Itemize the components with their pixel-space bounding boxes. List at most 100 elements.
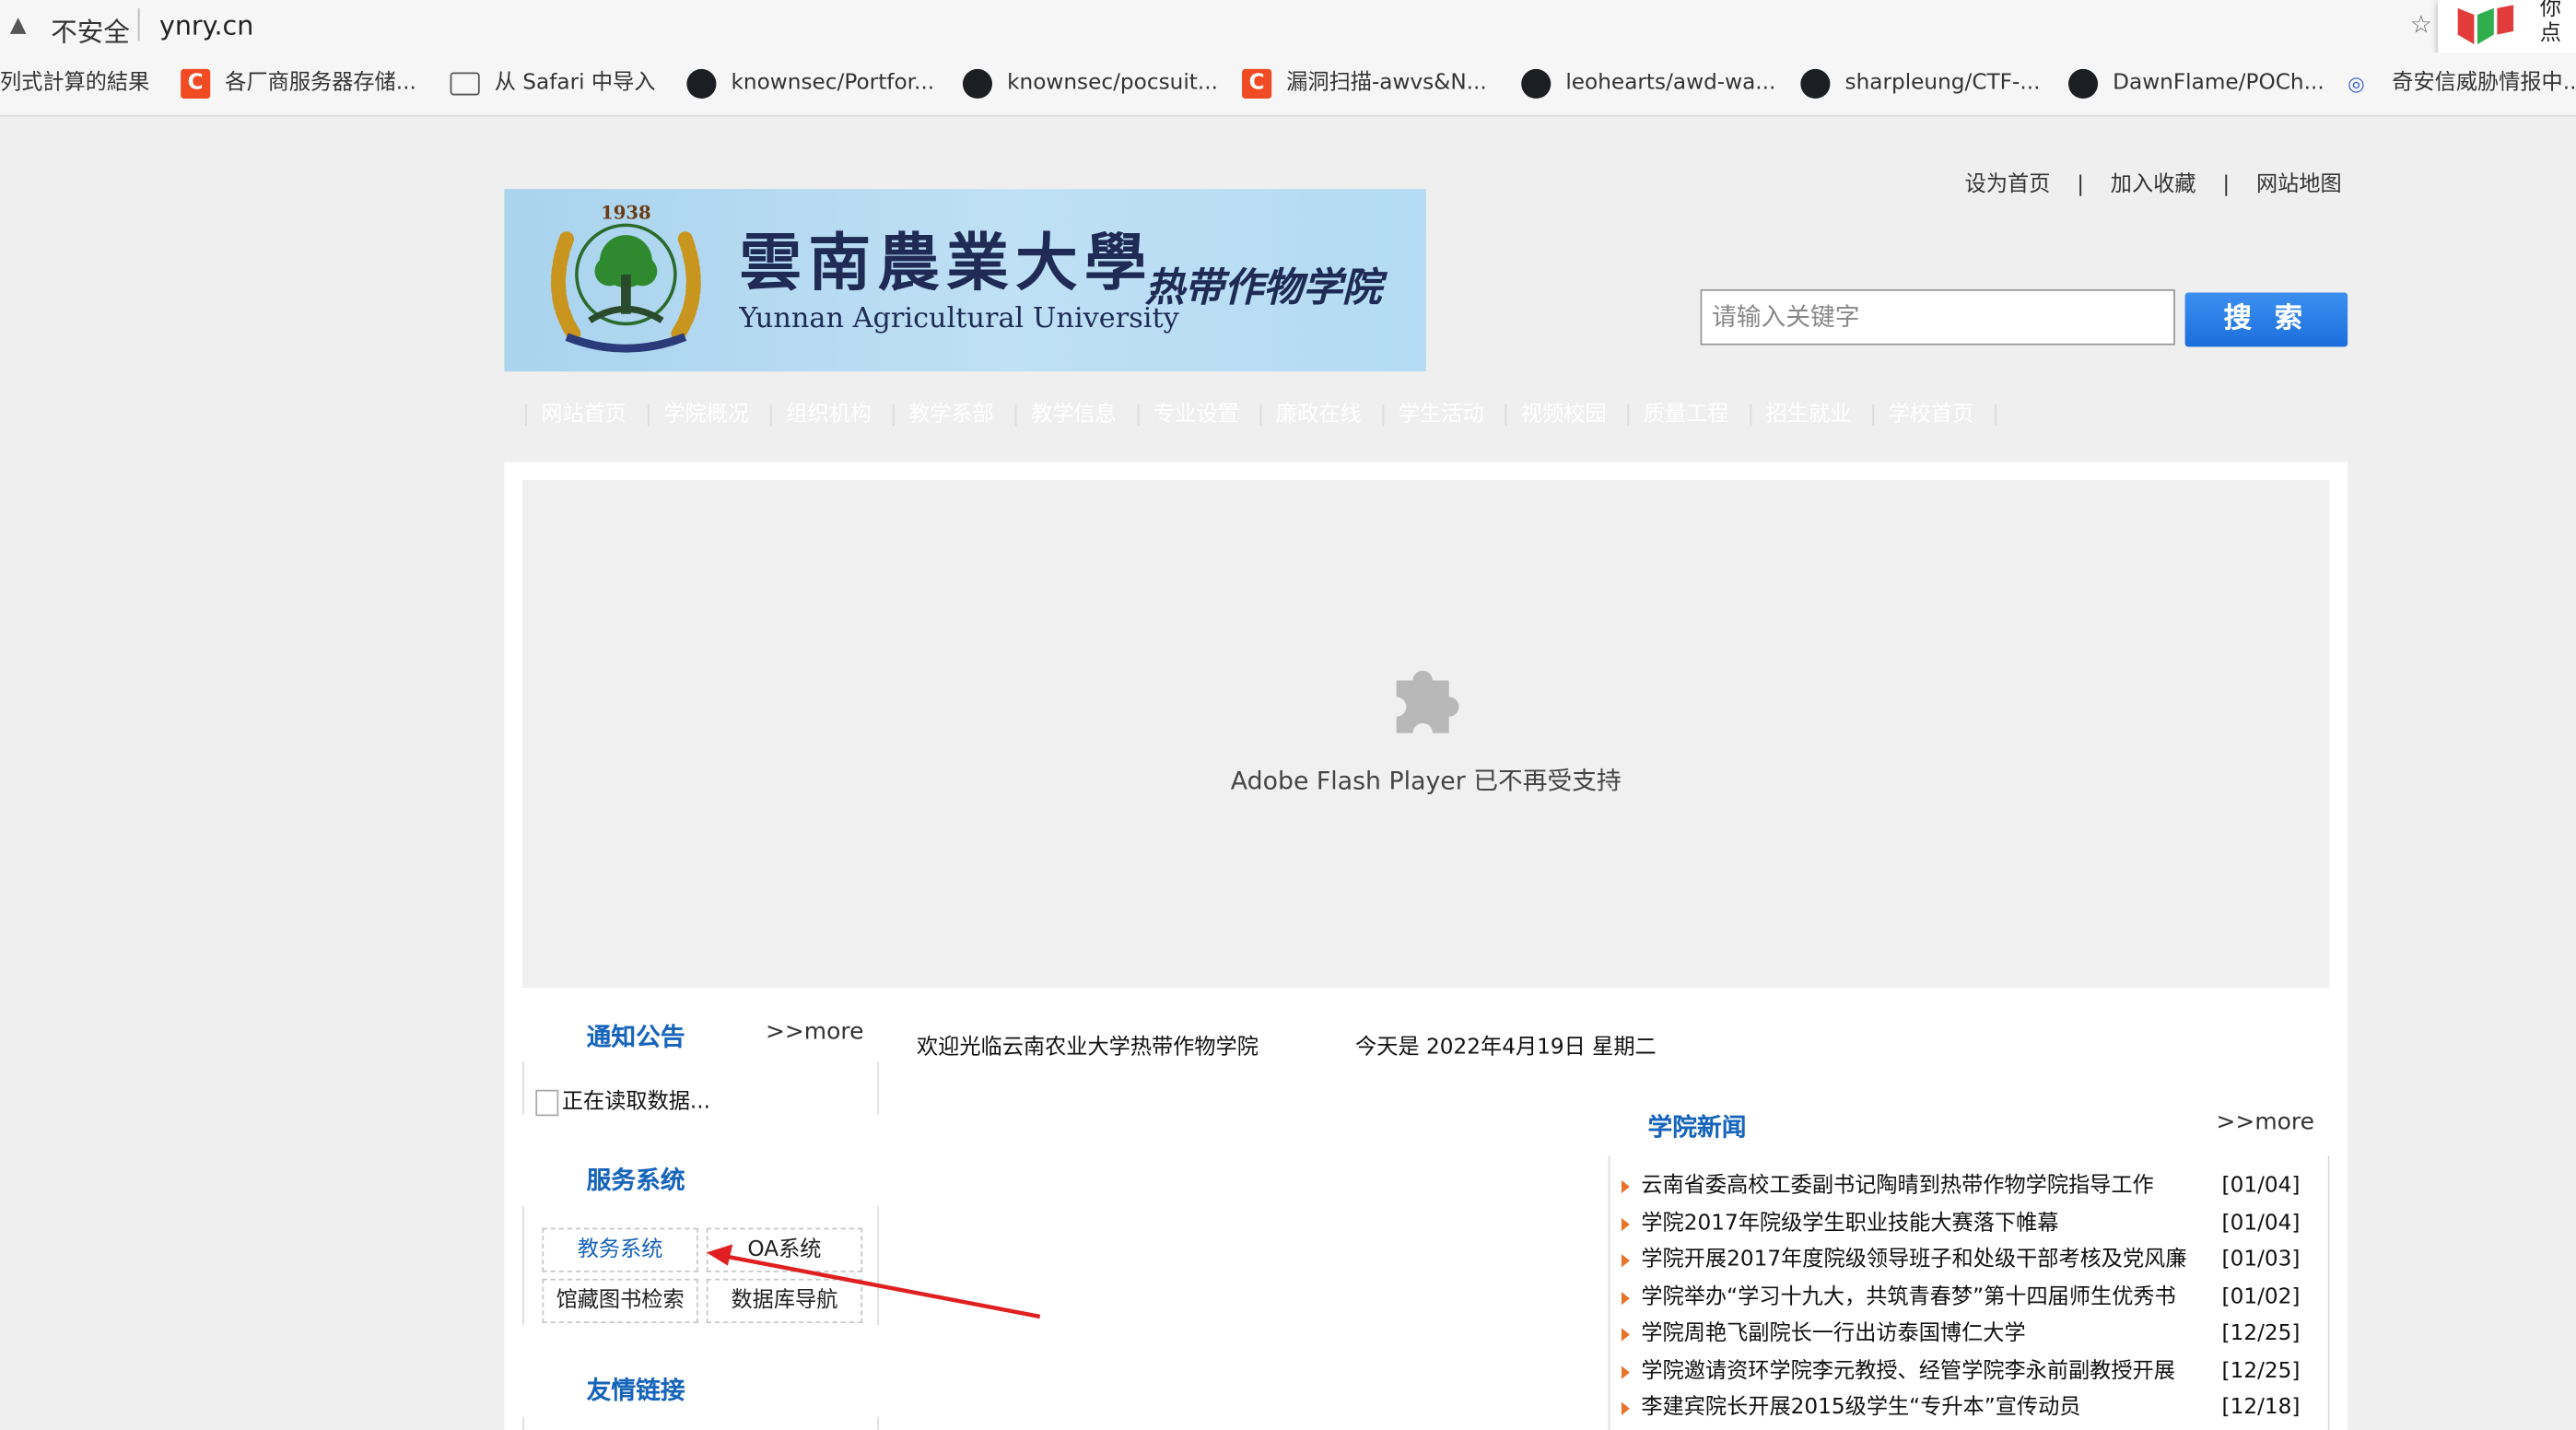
bookmark-item[interactable]: ◎ 奇安信威胁情报中... <box>2348 69 2576 99</box>
bookmark-label: 奇安信威胁情报中... <box>2392 70 2576 96</box>
qianxin-icon: ◎ <box>2348 72 2365 96</box>
news-item[interactable]: 学院2017年院级学生职业技能大赛落下帷幕 [01/04] <box>1615 1205 2305 1242</box>
loading-text: 正在读取数据... <box>561 1089 711 1115</box>
news-item-date: [01/02] <box>2221 1284 2301 1309</box>
bookmark-label: knownsec/Portfor... <box>731 70 935 96</box>
bookmark-item[interactable]: leohearts/awd-wa... <box>1521 68 1776 100</box>
bookmark-item[interactable]: knownsec/pocsuit... <box>962 68 1218 100</box>
news-item[interactable]: 云南省委高校工委副书记陶晴到热带作物学院指导工作 [01/04] <box>1615 1168 2305 1205</box>
bookmark-label: sharpleung/CTF-... <box>1844 70 2041 96</box>
nav-separator: | <box>1869 403 1878 428</box>
bookmark-item[interactable]: DawnFlame/POCh... <box>2067 68 2324 100</box>
university-name-en: Yunnan Agricultural University <box>739 302 1179 335</box>
top-links: 设为首页 | 加入收藏 | 网站地图 <box>1965 166 2342 197</box>
set-homepage-link[interactable]: 设为首页 <box>1965 166 2051 197</box>
bookmark-item[interactable]: knownsec/Portfor... <box>686 68 935 100</box>
divider-line <box>522 1061 524 1115</box>
news-title: 学院新闻 <box>1647 1112 1747 1143</box>
news-item[interactable]: 学院周艳飞副院长一行出访泰国博仁大学 [12/25] <box>1615 1317 2305 1354</box>
folder-icon <box>450 72 480 96</box>
nav-item-school-home[interactable]: 学校首页 <box>1889 396 1974 428</box>
extension-logo-icon <box>2457 5 2514 45</box>
news-item-title[interactable]: 学院开展2017年度院级领导班子和处级干部考核及党风廉 <box>1641 1243 2207 1280</box>
plugin-puzzle-icon <box>1396 670 1459 733</box>
add-favorite-link[interactable]: 加入收藏 <box>2111 166 2196 197</box>
news-item-title[interactable]: 学院2017年院级学生职业技能大赛落下帷幕 <box>1641 1205 2207 1242</box>
services-title: 服务系统 <box>586 1165 685 1195</box>
github-icon <box>2067 68 2099 100</box>
link-separator: | <box>2222 172 2231 198</box>
news-item[interactable]: 学院开展2017年度院级领导班子和处级干部考核及党风廉 [01/03] <box>1615 1243 2305 1280</box>
notice-more-link[interactable]: >>more <box>766 1019 864 1046</box>
notice-title: 通知公告 <box>586 1022 685 1052</box>
news-item-date: [01/04] <box>2221 1210 2301 1236</box>
university-name-cn: 雲南農業大學 <box>739 225 1153 299</box>
news-item-date: [01/04] <box>2221 1173 2301 1199</box>
nav-item-integrity[interactable]: 廉政在线 <box>1276 396 1362 428</box>
news-item-date: [01/03] <box>2221 1247 2301 1272</box>
address-bar[interactable]: ▲ 不安全 ynry.cn ☆ <box>0 0 2576 53</box>
database-nav-link[interactable]: 数据库导航 <box>706 1278 863 1324</box>
address-divider <box>137 7 140 41</box>
news-item-title[interactable]: 学院邀请资环学院李元教授、经管学院李永前副教授开展 <box>1641 1354 2207 1390</box>
bookmark-item[interactable]: 从 Safari 中导入 <box>450 69 655 99</box>
divider-line <box>2327 1155 2330 1430</box>
nav-separator: | <box>1012 403 1020 428</box>
nav-item-student-activities[interactable]: 学生活动 <box>1399 396 1484 428</box>
nav-separator: | <box>1502 403 1510 428</box>
bookmark-item[interactable]: C 各厂商服务器存储... <box>181 68 416 100</box>
divider-line <box>877 1416 879 1430</box>
oa-system-link[interactable]: OA系统 <box>706 1227 863 1272</box>
nav-item-quality[interactable]: 质量工程 <box>1644 396 1729 428</box>
github-icon <box>686 68 717 100</box>
flash-placeholder[interactable]: Adobe Flash Player 已不再受支持 <box>522 479 2330 989</box>
nav-item-teaching-info[interactable]: 教学信息 <box>1031 396 1117 428</box>
news-list: 云南省委高校工委副书记陶晴到热带作物学院指导工作 [01/04] 学院2017年院… <box>1615 1168 2305 1427</box>
college-name: 热带作物学院 <box>1144 263 1382 311</box>
nav-item-admissions[interactable]: 招生就业 <box>1766 396 1852 428</box>
search-button[interactable]: 搜 索 <box>2184 292 2348 347</box>
bookmark-item[interactable]: 列式計算的結果 <box>0 69 149 99</box>
university-banner: 1938 雲南農業大學 Yunnan Agricultural Universi… <box>504 189 1426 372</box>
c-logo-icon: C <box>1242 68 1272 100</box>
nav-item-departments[interactable]: 教学系部 <box>908 396 994 428</box>
news-item-title[interactable]: 李建宾院长开展2015级学生“专升本”宣传动员 <box>1641 1390 2207 1427</box>
security-label: 不安全 <box>51 16 130 48</box>
news-item[interactable]: 学院邀请资环学院李元教授、经管学院李永前副教授开展 [12/25] <box>1615 1354 2305 1390</box>
nav-item-overview[interactable]: 学院概况 <box>663 396 749 428</box>
nav-item-home[interactable]: 网站首页 <box>541 396 626 428</box>
extension-popup[interactable]: 你 点 <box>2438 0 2576 56</box>
divider-line <box>1608 1155 1610 1430</box>
library-search-link[interactable]: 馆藏图书检索 <box>542 1278 698 1324</box>
extension-text: 你 点 <box>2540 0 2561 46</box>
friend-links-title: 友情链接 <box>586 1376 685 1406</box>
news-more-link[interactable]: >>more <box>2216 1109 2314 1136</box>
news-item-title[interactable]: 学院举办“学习十九大，共筑青春梦”第十四届师生优秀书 <box>1641 1280 2207 1317</box>
news-item-title[interactable]: 云南省委高校工委副书记陶晴到热带作物学院指导工作 <box>1641 1168 2207 1205</box>
nav-separator: | <box>1992 403 2000 428</box>
welcome-text: 欢迎光临云南农业大学热带作物学院 <box>917 1035 1259 1061</box>
divider-line <box>877 1206 879 1325</box>
news-item-date: [12/18] <box>2221 1395 2301 1421</box>
bookmark-label: leohearts/awd-wa... <box>1565 70 1776 96</box>
nav-item-majors[interactable]: 专业设置 <box>1153 396 1239 428</box>
sitemap-link[interactable]: 网站地图 <box>2256 166 2342 197</box>
bookmark-item[interactable]: C 漏洞扫描-awvs&N... <box>1242 68 1487 100</box>
github-icon <box>1521 68 1551 100</box>
academic-system-link[interactable]: 教务系统 <box>542 1227 698 1272</box>
search-input[interactable] <box>1700 288 2175 346</box>
news-item-title[interactable]: 学院周艳飞副院长一行出访泰国博仁大学 <box>1641 1317 2207 1354</box>
university-seal-logo: 1938 <box>551 202 701 353</box>
bullet-arrow-icon <box>1621 1179 1630 1194</box>
news-item[interactable]: 学院举办“学习十九大，共筑青春梦”第十四届师生优秀书 [01/02] <box>1615 1280 2305 1317</box>
news-item-date: [12/25] <box>2221 1358 2301 1384</box>
nav-item-organization[interactable]: 组织机构 <box>786 396 872 428</box>
star-icon[interactable]: ☆ <box>2410 10 2432 40</box>
url-text[interactable]: ynry.cn <box>159 10 253 41</box>
main-nav: | 网站首页 | 学院概况 | 组织机构 | 教学系部 | 教学信息 | 专业设置 | 廉政在… <box>511 396 2011 428</box>
divider-line <box>877 1061 879 1115</box>
nav-item-video[interactable]: 视频校园 <box>1521 396 1607 428</box>
bookmark-label: 各厂商服务器存储... <box>225 70 416 96</box>
bookmark-item[interactable]: sharpleung/CTF-... <box>1800 68 2041 100</box>
news-item[interactable]: 李建宾院长开展2015级学生“专升本”宣传动员 [12/18] <box>1615 1390 2305 1427</box>
